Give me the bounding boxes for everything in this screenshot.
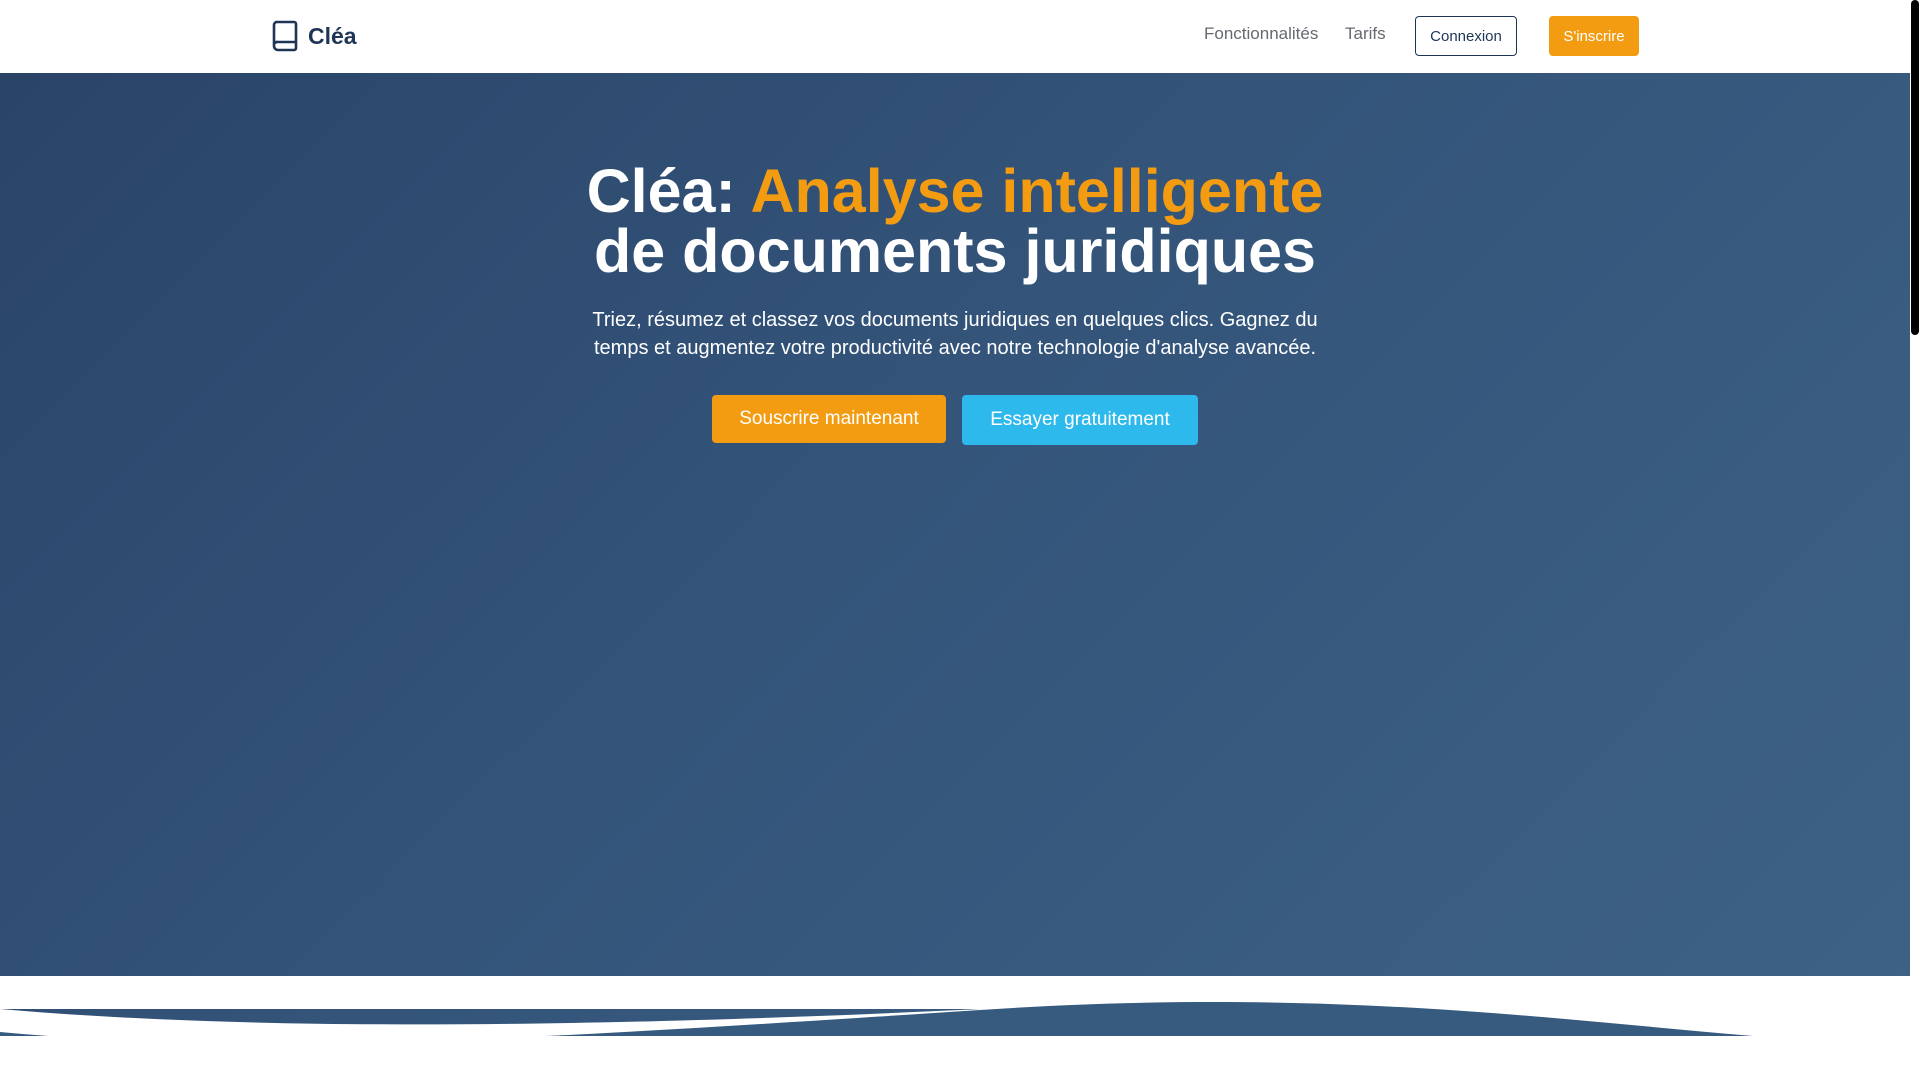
- hero-title-prefix: Cléa:: [586, 157, 751, 225]
- hero-subtitle: Triez, résumez et classez vos documents …: [592, 309, 1318, 359]
- brand-name: Cléa: [308, 22, 357, 49]
- subscribe-now-button[interactable]: Souscrire maintenant: [712, 395, 946, 443]
- scrollbar-thumb[interactable]: [1911, 0, 1919, 335]
- brand-logo[interactable]: Cléa: [272, 20, 357, 52]
- login-button[interactable]: Connexion: [1415, 16, 1517, 56]
- hero-section: Cléa: Analyse intelligente de documents …: [0, 73, 1910, 1036]
- hero-title: Cléa: Analyse intelligente de documents …: [0, 161, 1910, 282]
- nav-link-features[interactable]: Fonctionnalités: [1204, 24, 1318, 44]
- hero-wave-divider: [0, 976, 1910, 1036]
- navbar: Cléa Fonctionnalités Tarifs Connexion S'…: [0, 0, 1910, 73]
- signup-button[interactable]: S'inscrire: [1549, 16, 1639, 56]
- hero-title-rest: de documents juridiques: [594, 217, 1316, 285]
- nav-link-pricing[interactable]: Tarifs: [1345, 24, 1386, 44]
- book-icon: [272, 20, 298, 52]
- free-trial-button[interactable]: Essayer gratuitement: [962, 395, 1198, 445]
- hero-title-accent: Analyse intelligente: [750, 157, 1324, 225]
